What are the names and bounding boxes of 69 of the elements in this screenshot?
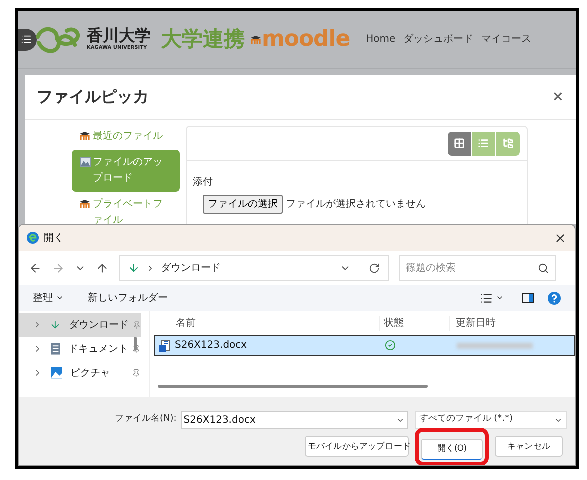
separator-icon — [146, 264, 155, 272]
file-name-input[interactable]: S26X123.docx — [184, 412, 396, 428]
column-header[interactable]: 名前 — [154, 316, 380, 330]
dialog-button[interactable]: 開く(O) — [421, 438, 483, 460]
address-text: ダウンロード — [161, 262, 221, 276]
back-icon[interactable] — [29, 262, 42, 274]
file-type-dropdown[interactable]: すべてのファイル (*.*) — [415, 411, 567, 429]
help-icon[interactable] — [548, 292, 561, 304]
image-icon — [80, 157, 91, 167]
refresh-icon[interactable] — [369, 262, 380, 274]
no-file-text: ファイルが選択されていません — [286, 198, 426, 212]
menu-button[interactable] — [18, 28, 37, 50]
nav-link[interactable]: ダッシュボード — [404, 32, 474, 47]
close-icon[interactable] — [554, 232, 567, 244]
download-icon — [128, 262, 140, 274]
picture-icon — [50, 367, 62, 379]
moodle-icon — [80, 199, 91, 208]
navigation-item[interactable]: ダウンロード — [19, 313, 141, 337]
word-file-icon — [159, 340, 171, 352]
file-name-label: ファイル名(N): — [115, 413, 177, 426]
view-mode-button[interactable] — [448, 132, 472, 156]
file-name-field[interactable]: S26X123.docx — [180, 411, 408, 429]
dialog-title: 開く — [44, 232, 64, 246]
modal-title: ファイルピッカ — [37, 86, 149, 108]
pin-icon — [132, 320, 141, 330]
new-folder-button[interactable]: 新しいフォルダー — [88, 290, 168, 306]
file-row[interactable]: S26X123.docx — [154, 335, 575, 356]
search-field[interactable]: 篠題の検索 — [399, 255, 556, 281]
browser-icon — [27, 232, 39, 244]
nav-link[interactable]: マイコース — [482, 32, 532, 47]
navigation-label: ピクチャ — [70, 366, 112, 380]
address-bar[interactable]: ダウンロード — [119, 255, 389, 281]
navigation-label: ドキュメント — [68, 342, 124, 356]
file-name: S26X123.docx — [175, 339, 248, 353]
navigation-item[interactable]: ピクチャ — [19, 361, 141, 385]
document-icon — [50, 343, 60, 355]
university-name: 香川大学 — [87, 28, 151, 44]
caret-icon[interactable] — [496, 294, 504, 302]
site-title: 大学連携 — [161, 26, 245, 53]
tree-view-icon — [502, 138, 514, 149]
search-icon — [538, 262, 549, 274]
column-header[interactable]: 状態 — [380, 316, 450, 330]
attachment-label: 添付 — [193, 176, 214, 190]
choose-file-button[interactable]: ファイルの選択 — [203, 195, 283, 214]
repository-label: ファイルのアップロード — [93, 156, 164, 186]
moodle-icon — [80, 131, 91, 140]
pin-icon — [132, 368, 141, 378]
moodle-hat-icon — [251, 35, 262, 44]
dialog-button[interactable]: モバイルからアップロード — [305, 436, 409, 458]
nav-link[interactable]: Home — [366, 32, 396, 47]
repository-label: プライベートファイル — [93, 198, 164, 228]
caret-icon — [56, 294, 64, 302]
close-button[interactable]: × — [552, 90, 564, 104]
dialog-button[interactable]: キャンセル — [495, 436, 563, 458]
view-menu-icon[interactable] — [480, 292, 493, 304]
grid-view-icon — [454, 138, 465, 149]
organize-button[interactable]: 整理 — [33, 290, 64, 306]
repository-label: 最近のファイル — [93, 130, 163, 144]
navigation-label: ダウンロード — [68, 318, 125, 332]
list-view-icon — [478, 138, 489, 149]
preview-pane-icon[interactable] — [522, 293, 534, 303]
horizontal-scrollbar[interactable] — [158, 385, 428, 388]
pin-icon — [132, 344, 141, 354]
moodle-logo: moodle — [262, 28, 350, 50]
up-icon[interactable] — [96, 262, 109, 274]
search-input[interactable]: 篠題の検索 — [406, 260, 538, 276]
column-header[interactable]: 更新日時 — [450, 316, 496, 330]
download-icon — [50, 319, 61, 331]
scrollbar-thumb[interactable] — [134, 337, 137, 351]
